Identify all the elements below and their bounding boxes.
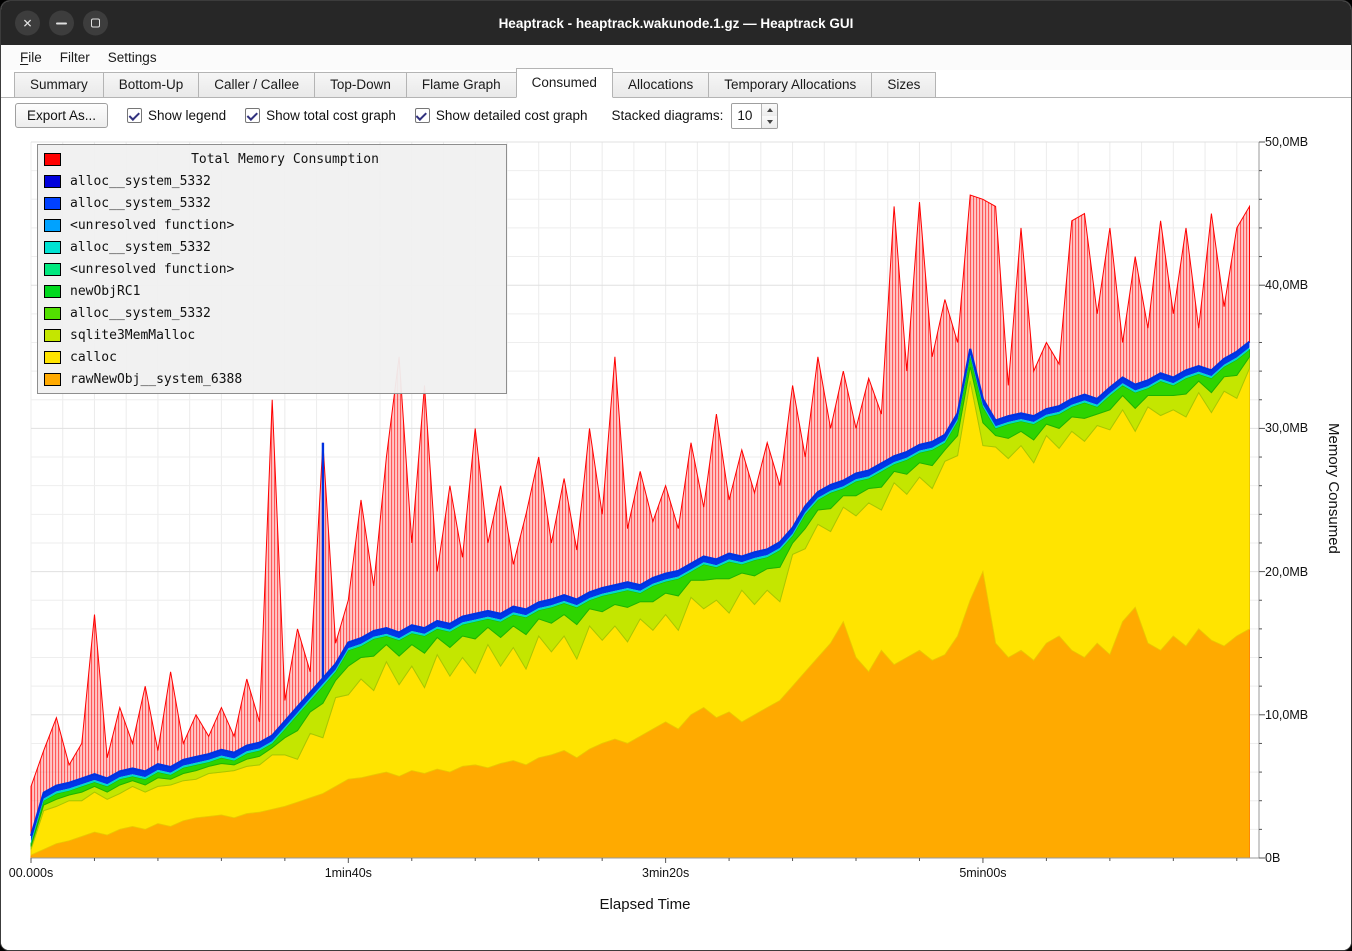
legend-swatch [44, 197, 61, 210]
y-axis-tick-label: 30,0MB [1265, 421, 1308, 435]
menubar: FileFilterSettings [1, 45, 1351, 70]
legend-label: <unresolved function> [70, 218, 234, 233]
tab-top-down[interactable]: Top-Down [314, 72, 407, 98]
legend-item: rawNewObj__system_6388 [44, 368, 500, 390]
y-axis-tick-label: 10,0MB [1265, 708, 1308, 722]
legend-label: calloc [70, 350, 117, 365]
legend-label: alloc__system_5332 [70, 174, 211, 189]
legend-swatch [44, 241, 61, 254]
x-axis-tick-label: 1min40s [325, 866, 372, 880]
legend-swatch [44, 307, 61, 320]
legend-label: alloc__system_5332 [70, 240, 211, 255]
checkmark-icon [246, 109, 257, 120]
x-axis-tick-label: 5min00s [959, 866, 1006, 880]
checkbox-icon [245, 108, 260, 123]
x-axis-title: Elapsed Time [31, 896, 1259, 913]
legend-label: sqlite3MemMalloc [70, 328, 195, 343]
spin-up-button[interactable] [762, 104, 777, 116]
legend-label: rawNewObj__system_6388 [70, 372, 242, 387]
tabbar: SummaryBottom-UpCaller / CalleeTop-DownF… [1, 70, 1351, 98]
legend-title: Total Memory Consumption [70, 152, 500, 167]
toolbar: Export As... Show legend Show total cost … [1, 98, 1351, 133]
tab-flame-graph[interactable]: Flame Graph [406, 72, 517, 98]
checkbox-label: Show legend [148, 108, 226, 123]
legend-swatch [44, 329, 61, 342]
legend-label: alloc__system_5332 [70, 306, 211, 321]
export-as-button[interactable]: Export As... [15, 103, 108, 128]
legend-swatch [44, 351, 61, 364]
chart-area: Total Memory Consumption alloc__system_53… [1, 133, 1351, 950]
tab-bottom-up[interactable]: Bottom-Up [103, 72, 200, 98]
legend-item: sqlite3MemMalloc [44, 324, 500, 346]
tab-allocations[interactable]: Allocations [612, 72, 709, 98]
y-axis-tick-label: 40,0MB [1265, 278, 1308, 292]
stacked-diagrams-spinbox [731, 103, 778, 129]
menu-filter[interactable]: Filter [51, 45, 99, 70]
legend-item: alloc__system_5332 [44, 236, 500, 258]
legend-item: alloc__system_5332 [44, 192, 500, 214]
menu-settings[interactable]: Settings [99, 45, 166, 70]
window-title: Heaptrack - heaptrack.wakunode.1.gz — He… [1, 1, 1351, 45]
chart-legend: Total Memory Consumption alloc__system_53… [37, 144, 507, 394]
heaptrack-window: ✕ Heaptrack - heaptrack.wakunode.1.gz — … [0, 0, 1352, 951]
x-axis-tick-label: 00.000s [9, 866, 53, 880]
checkbox-show-detailed-cost-graph[interactable]: Show detailed cost graph [415, 108, 588, 123]
stacked-diagrams-label: Stacked diagrams: [612, 108, 724, 123]
checkbox-icon [415, 108, 430, 123]
titlebar[interactable]: ✕ Heaptrack - heaptrack.wakunode.1.gz — … [1, 1, 1351, 45]
legend-swatch [44, 263, 61, 276]
legend-title-row: Total Memory Consumption [44, 148, 500, 170]
y-axis-tick-label: 20,0MB [1265, 565, 1308, 579]
legend-label: alloc__system_5332 [70, 196, 211, 211]
checkmark-icon [416, 109, 427, 120]
menu-file[interactable]: File [11, 45, 51, 70]
spin-down-button[interactable] [762, 116, 777, 128]
checkbox-icon [127, 108, 142, 123]
legend-item: newObjRC1 [44, 280, 500, 302]
legend-item: calloc [44, 346, 500, 368]
checkbox-show-total-cost-graph[interactable]: Show total cost graph [245, 108, 396, 123]
spin-down-icon [767, 120, 773, 124]
tab-summary[interactable]: Summary [14, 72, 104, 98]
legend-label: <unresolved function> [70, 262, 234, 277]
checkmark-icon [128, 109, 139, 120]
legend-item: <unresolved function> [44, 214, 500, 236]
y-axis-title: Memory Consumed [1325, 423, 1342, 554]
legend-swatch [44, 373, 61, 386]
y-axis-tick-label: 50,0MB [1265, 135, 1308, 149]
legend-swatch [44, 285, 61, 298]
checkbox-label: Show detailed cost graph [436, 108, 588, 123]
tab-sizes[interactable]: Sizes [871, 72, 936, 98]
x-axis-tick-label: 3min20s [642, 866, 689, 880]
stacked-diagrams-input[interactable] [732, 104, 761, 128]
legend-swatch [44, 219, 61, 232]
checkbox-show-legend[interactable]: Show legend [127, 108, 226, 123]
legend-swatch-total [44, 153, 61, 166]
spin-up-icon [767, 108, 773, 112]
legend-swatch [44, 175, 61, 188]
checkbox-label: Show total cost graph [266, 108, 396, 123]
legend-item: alloc__system_5332 [44, 302, 500, 324]
y-axis-tick-label: 0B [1265, 851, 1280, 865]
legend-item: alloc__system_5332 [44, 170, 500, 192]
tab-consumed[interactable]: Consumed [516, 68, 613, 98]
legend-item: <unresolved function> [44, 258, 500, 280]
tab-temporary-allocations[interactable]: Temporary Allocations [708, 72, 872, 98]
legend-label: newObjRC1 [70, 284, 140, 299]
tab-caller-callee[interactable]: Caller / Callee [198, 72, 315, 98]
